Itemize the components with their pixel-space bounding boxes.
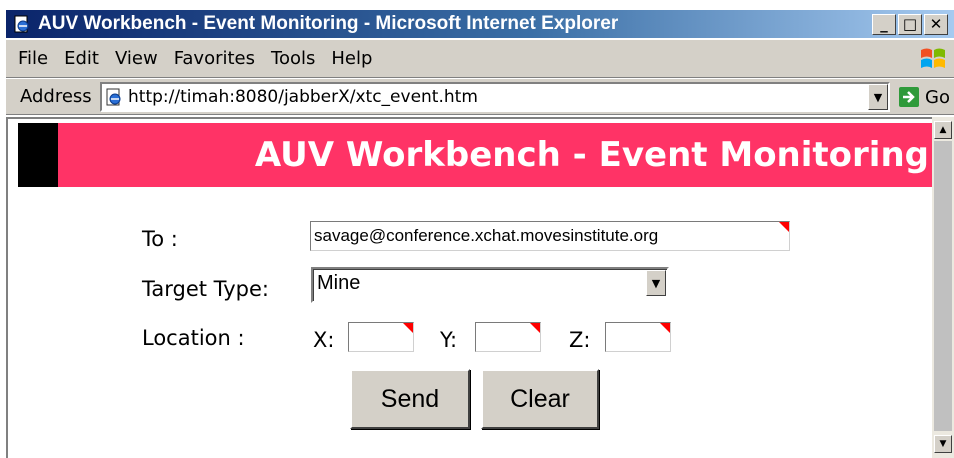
minimize-button[interactable]: _ xyxy=(872,14,896,35)
address-dropdown-button[interactable]: ▼ xyxy=(868,84,888,110)
maximize-button[interactable]: □ xyxy=(898,14,922,35)
page-icon xyxy=(104,87,124,107)
clear-button[interactable]: Clear xyxy=(481,369,599,429)
scroll-up-button[interactable]: ▲ xyxy=(934,121,952,139)
to-label: To : xyxy=(142,227,178,251)
target-type-value: Mine xyxy=(317,272,361,294)
target-type-label: Target Type: xyxy=(142,277,269,301)
windows-logo-icon xyxy=(918,44,948,74)
scroll-track[interactable] xyxy=(934,141,952,431)
banner-black-block xyxy=(18,123,58,187)
z-label: Z: xyxy=(569,328,591,352)
address-input[interactable]: http://timah:8080/jabberX/xtc_event.htm … xyxy=(100,82,890,112)
page-content: AUV Workbench - Event Monitoring To : sa… xyxy=(6,117,933,458)
chevron-down-icon: ▼ xyxy=(939,439,947,449)
to-input[interactable]: savage@conference.xchat.movesinstitute.o… xyxy=(310,221,790,251)
go-label: Go xyxy=(925,86,950,108)
location-label: Location : xyxy=(142,326,245,350)
menu-view[interactable]: View xyxy=(115,48,158,69)
menu-favorites[interactable]: Favorites xyxy=(174,48,255,69)
menu-help[interactable]: Help xyxy=(331,48,372,69)
window-title: AUV Workbench - Event Monitoring - Micro… xyxy=(38,13,619,34)
go-button[interactable]: Go xyxy=(899,83,950,111)
window-title-bar[interactable]: AUV Workbench - Event Monitoring - Micro… xyxy=(6,10,954,38)
to-input-value: savage@conference.xchat.movesinstitute.o… xyxy=(314,226,659,245)
menu-file[interactable]: File xyxy=(18,48,48,69)
target-type-select[interactable]: Mine ▼ xyxy=(311,267,669,303)
go-arrow-icon xyxy=(899,87,919,107)
address-bar: Address http://timah:8080/jabberX/xtc_ev… xyxy=(6,79,954,115)
ie-page-icon xyxy=(12,14,32,34)
close-button[interactable]: ✕ xyxy=(924,14,948,35)
y-label: Y: xyxy=(440,328,458,352)
x-input[interactable] xyxy=(348,322,414,352)
address-label: Address xyxy=(20,86,92,107)
scroll-down-button[interactable]: ▼ xyxy=(934,435,952,453)
chevron-down-icon: ▼ xyxy=(651,276,661,290)
page-title: AUV Workbench - Event Monitoring xyxy=(254,135,929,175)
address-url: http://timah:8080/jabberX/xtc_event.htm xyxy=(128,87,478,107)
chevron-down-icon: ▼ xyxy=(873,90,883,104)
target-type-dropdown-button[interactable]: ▼ xyxy=(646,270,666,296)
menu-edit[interactable]: Edit xyxy=(64,48,99,69)
y-input[interactable] xyxy=(475,322,541,352)
x-label: X: xyxy=(313,328,335,352)
menu-bar: File Edit View Favorites Tools Help xyxy=(6,40,954,78)
send-button[interactable]: Send xyxy=(350,369,470,429)
vertical-scrollbar[interactable]: ▲ ▼ xyxy=(932,117,954,458)
page-banner: AUV Workbench - Event Monitoring xyxy=(18,123,933,187)
z-input[interactable] xyxy=(605,322,671,352)
chevron-up-icon: ▲ xyxy=(939,125,947,135)
menu-tools[interactable]: Tools xyxy=(271,48,315,69)
